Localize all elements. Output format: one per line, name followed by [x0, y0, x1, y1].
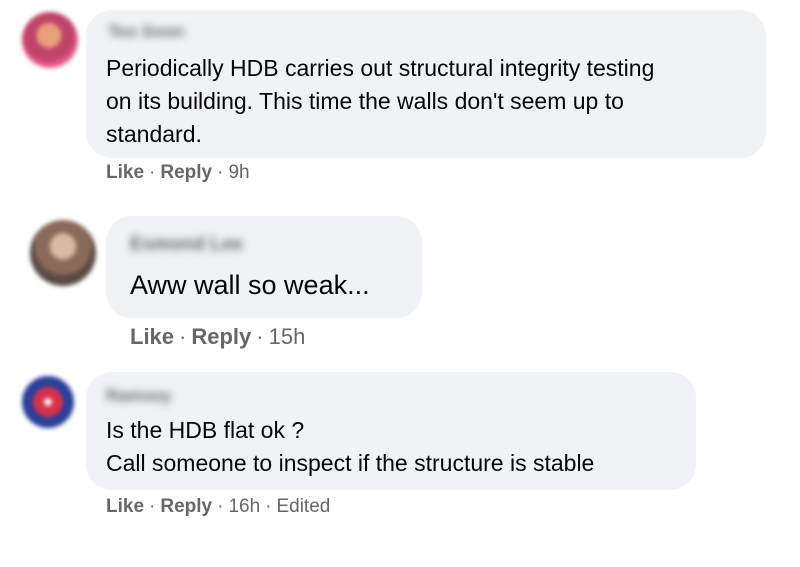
comment-author[interactable]: Teo Soon [108, 22, 184, 42]
comment-timestamp[interactable]: 15h [269, 324, 306, 349]
reply-button[interactable]: Reply [160, 162, 212, 183]
like-button[interactable]: Like [106, 162, 144, 183]
comment-text-line: Call someone to inspect if the structure… [106, 450, 595, 476]
comment-text-line: standard. [106, 121, 202, 147]
comment-actions: Like · Reply · 9h [106, 162, 250, 184]
separator-dot: · [149, 162, 156, 183]
comment-text-line: on its building. This time the walls don… [106, 88, 624, 114]
comment-thread: Teo Soon Periodically HDB carries out st… [0, 0, 800, 567]
separator-dot: · [217, 496, 224, 517]
comment-author[interactable]: Ramsey [106, 386, 171, 406]
avatar[interactable] [22, 376, 74, 428]
separator-dot: · [179, 324, 187, 349]
reply-button[interactable]: Reply [160, 496, 212, 517]
comment-timestamp[interactable]: 16h [228, 496, 260, 517]
separator-dot: · [265, 496, 272, 517]
like-button[interactable]: Like [130, 324, 174, 349]
comment-text-line: Is the HDB flat ok ? [106, 417, 305, 443]
comment-text: Is the HDB flat ok ? Call someone to ins… [106, 414, 594, 480]
comment-author[interactable]: Esmond Lee [130, 234, 243, 256]
comment-timestamp[interactable]: 9h [228, 162, 249, 183]
edited-label: Edited [276, 496, 331, 517]
comment-text: Periodically HDB carries out structural … [106, 52, 654, 151]
separator-dot: · [217, 162, 224, 183]
avatar[interactable] [22, 12, 78, 68]
comment-text-line: Periodically HDB carries out structural … [106, 55, 655, 81]
comment-text: Aww wall so weak... [130, 268, 370, 302]
separator-dot: · [256, 324, 264, 349]
comment-actions: Like · Reply · 16h · Edited [106, 496, 330, 518]
separator-dot: · [149, 496, 156, 517]
comment-actions: Like · Reply · 15h [130, 324, 305, 350]
comment-bubble [106, 216, 422, 318]
reply-button[interactable]: Reply [191, 324, 251, 349]
avatar[interactable] [30, 220, 96, 286]
like-button[interactable]: Like [106, 496, 144, 517]
comment-text-line: Aww wall so weak... [130, 270, 370, 300]
